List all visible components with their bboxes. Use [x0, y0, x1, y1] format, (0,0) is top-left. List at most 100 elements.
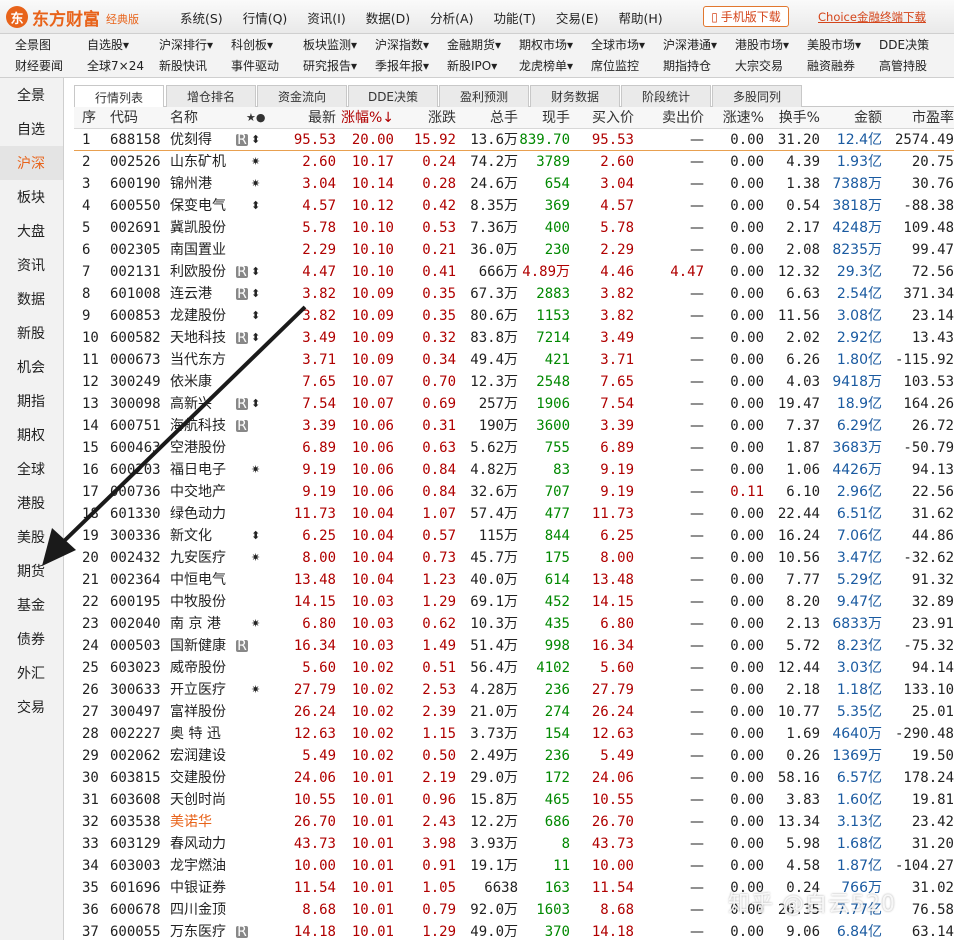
table-row[interactable]: 18 601330 绿色动力 11.73 10.04 1.07 57.4万 477 11.73 —… — [74, 503, 954, 525]
table-row[interactable]: 31 603608 天创时尚 10.55 10.01 0.96 15.8万 465 10.55 —… — [74, 789, 954, 811]
sidebar-item[interactable]: 自选 — [0, 112, 63, 146]
nav-row1-item[interactable]: 沪深指数▾ — [375, 36, 429, 53]
table-row[interactable]: 5 002691 冀凯股份 5.78 10.10 0.53 7.36万 400 5.78 — 0.0… — [74, 217, 954, 239]
menu-trade[interactable]: 交易(E) — [556, 8, 599, 27]
table-row[interactable]: 17 000736 中交地产 9.19 10.06 0.84 32.6万 707 9.19 — 0.… — [74, 481, 954, 503]
tab-item[interactable]: 增仓排名 — [166, 85, 256, 107]
nav-row2-item[interactable]: 季报年报▾ — [375, 57, 429, 74]
column-header[interactable]: 序 — [82, 107, 106, 129]
column-header[interactable]: 换手% — [764, 107, 820, 129]
table-row[interactable]: 20 002432 九安医疗 8.00 10.04 0.73 45.7万 175 8.00 — 0.… — [74, 547, 954, 569]
nav-row2-item[interactable]: 新股IPO▾ — [447, 57, 497, 74]
menu-data[interactable]: 数据(D) — [366, 8, 410, 27]
sidebar-item[interactable]: 基金 — [0, 588, 63, 622]
column-header[interactable]: 涨幅%↓ — [336, 107, 394, 129]
table-row[interactable]: 19 300336 新文化 6.25 10.04 0.57 115万 844 6.25 — 0.00… — [74, 525, 954, 547]
menu-news[interactable]: 资讯(I) — [307, 8, 345, 27]
table-row[interactable]: 27 300497 富祥股份 26.24 10.02 2.39 21.0万 274 26.24 —… — [74, 701, 954, 723]
nav-row2-item[interactable]: 研究报告▾ — [303, 57, 357, 74]
tab-item[interactable]: 行情列表 — [74, 85, 164, 108]
nav-row1-item[interactable]: 金融期货▾ — [447, 36, 501, 53]
table-row[interactable]: 10 600582 天地科技 3.49 10.09 0.32 83.8万 7214 3.49 — 0… — [74, 327, 954, 349]
nav-row1-item[interactable]: 板块监测▾ — [303, 36, 357, 53]
nav-row1-item[interactable]: 期权市场▾ — [519, 36, 573, 53]
nav-row2-item[interactable]: 大宗交易 — [735, 57, 783, 74]
table-row[interactable]: 11 000673 当代东方 3.71 10.09 0.34 49.4万 421 3.71 — 0.… — [74, 349, 954, 371]
menu-system[interactable]: 系统(S) — [180, 8, 223, 27]
nav-row1-item[interactable]: 全景图 — [15, 36, 51, 53]
table-row[interactable]: 16 600203 福日电子 9.19 10.06 0.84 4.82万 83 9.19 — 0.0… — [74, 459, 954, 481]
menu-help[interactable]: 帮助(H) — [619, 8, 663, 27]
nav-row2-item[interactable]: 高管持股 — [879, 57, 927, 74]
table-row[interactable]: 8 601008 连云港 3.82 10.09 0.35 67.3万 2883 3.82 — 0.0… — [74, 283, 954, 305]
nav-row2-item[interactable]: 事件驱动 — [231, 57, 279, 74]
sidebar-item[interactable]: 外汇 — [0, 656, 63, 690]
table-row[interactable]: 28 002227 奥 特 迅 12.63 10.02 1.15 3.73万 154 12.63… — [74, 723, 954, 745]
menu-functions[interactable]: 功能(T) — [493, 8, 535, 27]
table-row[interactable]: 9 600853 龙建股份 3.82 10.09 0.35 80.6万 1153 3.82 — 0.… — [74, 305, 954, 327]
sidebar-item[interactable]: 期权 — [0, 418, 63, 452]
sidebar-item[interactable]: 全球 — [0, 452, 63, 486]
sidebar-item[interactable]: 全景 — [0, 78, 63, 112]
nav-row2-item[interactable]: 财经要闻 — [15, 57, 63, 74]
nav-row1-item[interactable]: 港股市场▾ — [735, 36, 789, 53]
nav-row2-item[interactable]: 全球7×24 — [87, 57, 144, 74]
table-row[interactable]: 25 603023 威帝股份 5.60 10.02 0.51 56.4万 4102 5.60 — 0… — [74, 657, 954, 679]
column-header[interactable]: 最新 — [270, 107, 336, 129]
sidebar-item[interactable]: 资讯 — [0, 248, 63, 282]
sidebar-item[interactable]: 交易 — [0, 690, 63, 724]
tab-item[interactable]: 财务数据 — [530, 85, 620, 107]
table-row[interactable]: 29 002062 宏润建设 5.49 10.02 0.50 2.49万 236 5.49 — 0.… — [74, 745, 954, 767]
choice-download-link[interactable]: Choice金融终端下载 — [818, 9, 926, 25]
nav-row1-item[interactable]: 沪深港通▾ — [663, 36, 717, 53]
nav-row1-item[interactable]: DDE决策 — [879, 36, 929, 53]
sidebar-item[interactable]: 板块 — [0, 180, 63, 214]
nav-row2-item[interactable]: 龙虎榜单▾ — [519, 57, 573, 74]
nav-row1-item[interactable]: 自选股▾ — [87, 36, 129, 53]
table-row[interactable]: 12 300249 依米康 7.65 10.07 0.70 12.3万 2548 7.65 — 0.… — [74, 371, 954, 393]
table-row[interactable]: 33 603129 春风动力 43.73 10.01 3.98 3.93万 8 43.73 — 0.… — [74, 833, 954, 855]
tab-item[interactable]: 资金流向 — [257, 85, 347, 107]
table-row[interactable]: 7 002131 利欧股份 4.47 10.10 0.41 666万 4.89万 4.46 4.4… — [74, 261, 954, 283]
sidebar-item[interactable]: 数据 — [0, 282, 63, 316]
table-row[interactable]: 4 600550 保变电气 4.57 10.12 0.42 8.35万 369 4.57 — 0.0… — [74, 195, 954, 217]
sidebar-item[interactable]: 港股 — [0, 486, 63, 520]
column-header[interactable]: 现手 — [518, 107, 570, 129]
column-marks-icon[interactable]: ★● — [246, 107, 265, 129]
mobile-download-button[interactable]: ▯ 手机版下载 — [703, 6, 789, 27]
nav-row1-item[interactable]: 科创板▾ — [231, 36, 273, 53]
nav-row1-item[interactable]: 全球市场▾ — [591, 36, 645, 53]
table-row[interactable]: 3 600190 锦州港 3.04 10.14 0.28 24.6万 654 3.04 — 0.00… — [74, 173, 954, 195]
table-row[interactable]: 6 002305 南国置业 2.29 10.10 0.21 36.0万 230 2.29 — 0.0… — [74, 239, 954, 261]
table-row[interactable]: 13 300098 高新兴 7.54 10.07 0.69 257万 1906 7.54 — 0.0… — [74, 393, 954, 415]
nav-row2-item[interactable]: 融资融券 — [807, 57, 855, 74]
table-row[interactable]: 1 688158 优刻得 95.53 20.00 15.92 13.6万 839.70 95.5… — [74, 129, 954, 151]
tab-item[interactable]: 盈利预测 — [439, 85, 529, 107]
column-header[interactable]: 涨速% — [704, 107, 764, 129]
table-row[interactable]: 26 300633 开立医疗 27.79 10.02 2.53 4.28万 236 27.79 —… — [74, 679, 954, 701]
table-row[interactable]: 15 600463 空港股份 6.89 10.06 0.63 5.62万 755 6.89 — 0.… — [74, 437, 954, 459]
column-header[interactable]: 买入价 — [570, 107, 634, 129]
table-row[interactable]: 14 600751 海航科技 3.39 10.06 0.31 190万 3600 3.39 — 0.… — [74, 415, 954, 437]
menu-analysis[interactable]: 分析(A) — [430, 8, 473, 27]
table-row[interactable]: 34 603003 龙宇燃油 10.00 10.01 0.91 19.1万 11 10.00 — 0… — [74, 855, 954, 877]
tab-item[interactable]: DDE决策 — [348, 85, 438, 107]
nav-row1-item[interactable]: 沪深排行▾ — [159, 36, 213, 53]
column-header[interactable]: 名称 — [170, 107, 240, 129]
table-row[interactable]: 32 603538 美诺华 26.70 10.01 2.43 12.2万 686 26.70 — 0… — [74, 811, 954, 833]
table-row[interactable]: 2 002526 山东矿机 2.60 10.17 0.24 74.2万 3789 2.60 — 0.… — [74, 151, 954, 173]
sidebar-item[interactable]: 期指 — [0, 384, 63, 418]
sidebar-item[interactable]: 美股 — [0, 520, 63, 554]
nav-row2-item[interactable]: 新股快讯 — [159, 57, 207, 74]
menu-quotes[interactable]: 行情(Q) — [243, 8, 288, 27]
column-header[interactable]: 总手 — [456, 107, 518, 129]
table-row[interactable]: 22 600195 中牧股份 14.15 10.03 1.29 69.1万 452 14.15 —… — [74, 591, 954, 613]
nav-row1-item[interactable]: 美股市场▾ — [807, 36, 861, 53]
sidebar-item[interactable]: 新股 — [0, 316, 63, 350]
nav-row2-item[interactable]: 期指持仓 — [663, 57, 711, 74]
sidebar-item[interactable]: 大盘 — [0, 214, 63, 248]
table-row[interactable]: 21 002364 中恒电气 13.48 10.04 1.23 40.0万 614 13.48 —… — [74, 569, 954, 591]
sidebar-item[interactable]: 机会 — [0, 350, 63, 384]
column-header[interactable]: 代码 — [110, 107, 170, 129]
sidebar-item[interactable]: 债券 — [0, 622, 63, 656]
